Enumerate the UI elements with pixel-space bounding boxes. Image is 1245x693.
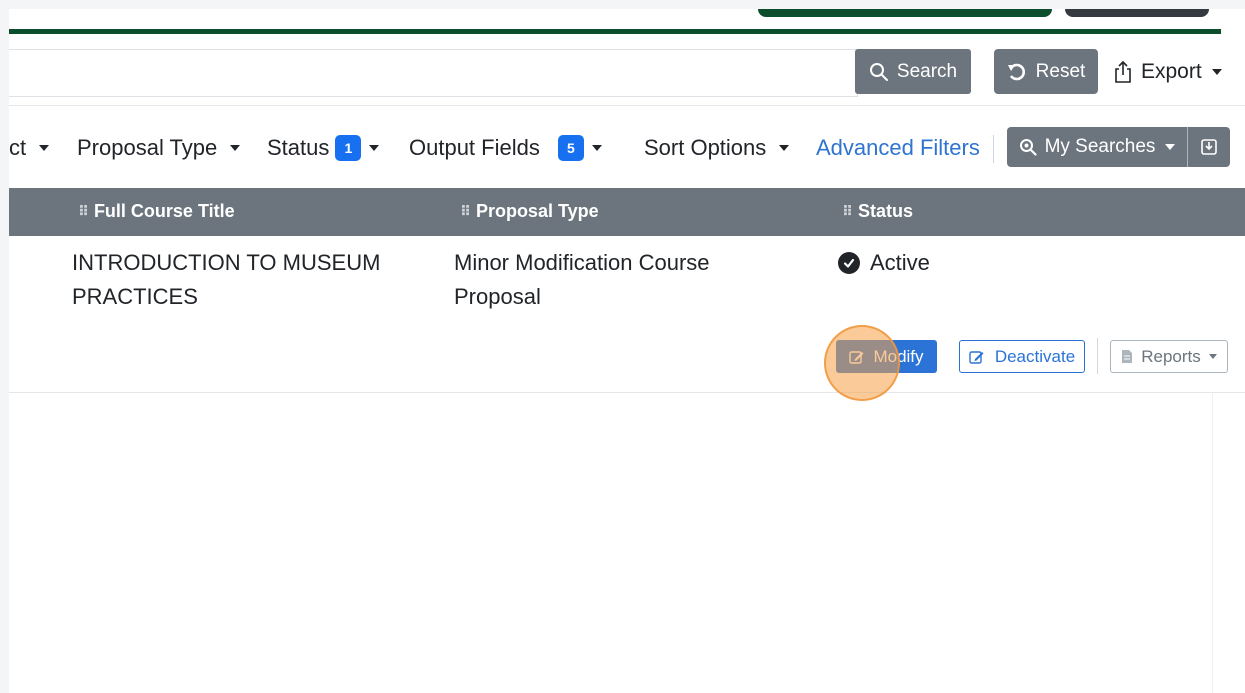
status-count-badge: 1 xyxy=(335,135,362,161)
action-divider xyxy=(1097,338,1098,374)
column-header-status[interactable]: ⠿ Status xyxy=(842,201,913,222)
proposal-type-label: Proposal Type xyxy=(77,135,218,160)
filter-bar: ct Proposal Type Status 1 Output Fields … xyxy=(9,123,1245,175)
drag-handle-icon[interactable]: ⠿ xyxy=(842,203,853,220)
modify-button[interactable]: Modify xyxy=(836,340,937,373)
my-searches-label: My Searches xyxy=(1044,136,1156,157)
status-cell: Active xyxy=(838,246,930,280)
edit-icon xyxy=(849,350,864,364)
column-header-proposal-type[interactable]: ⠿ Proposal Type xyxy=(460,201,599,222)
caret-down-icon xyxy=(591,145,602,151)
modify-label: Modify xyxy=(873,346,924,366)
reports-dropdown[interactable]: Reports xyxy=(1110,340,1228,373)
sort-options-label: Sort Options xyxy=(644,135,767,160)
search-button-label: Search xyxy=(896,60,958,82)
filter-divider xyxy=(993,135,994,163)
reset-icon xyxy=(1007,63,1025,80)
export-dropdown[interactable]: Export xyxy=(1113,55,1222,89)
caret-down-icon xyxy=(369,145,380,151)
caret-down-icon xyxy=(230,145,241,151)
header-green-button[interactable] xyxy=(758,9,1052,17)
reset-button-label: Reset xyxy=(1035,60,1086,82)
status-text: Active xyxy=(870,250,930,275)
export-label: Export xyxy=(1141,60,1202,83)
brand-bar xyxy=(9,29,1221,34)
search-icon xyxy=(869,62,888,81)
filter-output-fields[interactable]: Output Fields 5 xyxy=(409,133,602,163)
output-fields-label: Output Fields xyxy=(409,135,540,160)
drag-handle-icon[interactable]: ⠿ xyxy=(78,203,89,220)
filter-partial-label: ct xyxy=(9,135,27,160)
proposal-type-cell: Minor Modification Course Proposal xyxy=(454,250,710,309)
column-header-title[interactable]: ⠿ Full Course Title xyxy=(78,201,235,222)
caret-down-icon xyxy=(39,145,50,151)
my-searches-group: My Searches xyxy=(1007,127,1230,167)
advanced-filters-link[interactable]: Advanced Filters xyxy=(816,133,980,163)
edit-icon xyxy=(969,350,984,364)
output-fields-count-badge: 5 xyxy=(557,135,584,161)
caret-down-icon xyxy=(779,145,790,151)
column-header-label: Status xyxy=(857,201,913,221)
results-table-header: ⠿ Full Course Title ⠿ Proposal Type ⠿ St… xyxy=(9,188,1245,236)
table-row: INTRODUCTION TO MUSEUM PRACTICES Minor M… xyxy=(9,236,1245,401)
status-filter-label: Status xyxy=(267,135,330,160)
filter-proposal-type[interactable]: Proposal Type xyxy=(77,133,241,163)
filter-partial-dropdown[interactable]: ct xyxy=(9,133,50,163)
save-search-icon xyxy=(1201,139,1217,155)
check-circle-icon xyxy=(838,252,860,274)
export-icon xyxy=(1115,60,1131,83)
caret-down-icon xyxy=(1208,354,1217,359)
document-icon xyxy=(1122,350,1133,363)
deactivate-label: Deactivate xyxy=(994,346,1076,366)
search-input[interactable] xyxy=(9,49,858,97)
page-canvas: Search Reset Export ct Proposal Type Sta… xyxy=(9,9,1245,693)
magnifier-icon xyxy=(1019,139,1037,156)
reset-button[interactable]: Reset xyxy=(994,49,1098,94)
filter-sort-options[interactable]: Sort Options xyxy=(644,133,790,163)
top-strip xyxy=(9,9,1221,34)
reports-label: Reports xyxy=(1141,346,1201,366)
course-title-cell: INTRODUCTION TO MUSEUM PRACTICES xyxy=(72,250,381,309)
caret-down-icon xyxy=(1211,69,1222,75)
my-searches-button[interactable]: My Searches xyxy=(1007,127,1187,167)
save-search-button[interactable] xyxy=(1187,127,1230,167)
search-button[interactable]: Search xyxy=(855,49,971,94)
search-row: Search Reset Export xyxy=(9,47,1245,106)
panel-edge xyxy=(1212,392,1213,693)
column-header-label: Proposal Type xyxy=(475,201,599,221)
column-header-label: Full Course Title xyxy=(93,201,235,221)
drag-handle-icon[interactable]: ⠿ xyxy=(460,203,471,220)
header-dark-button[interactable] xyxy=(1065,9,1209,17)
caret-down-icon xyxy=(1165,144,1176,150)
deactivate-button[interactable]: Deactivate xyxy=(959,340,1085,373)
filter-status[interactable]: Status 1 xyxy=(267,133,380,163)
advanced-filters-label: Advanced Filters xyxy=(816,135,980,160)
